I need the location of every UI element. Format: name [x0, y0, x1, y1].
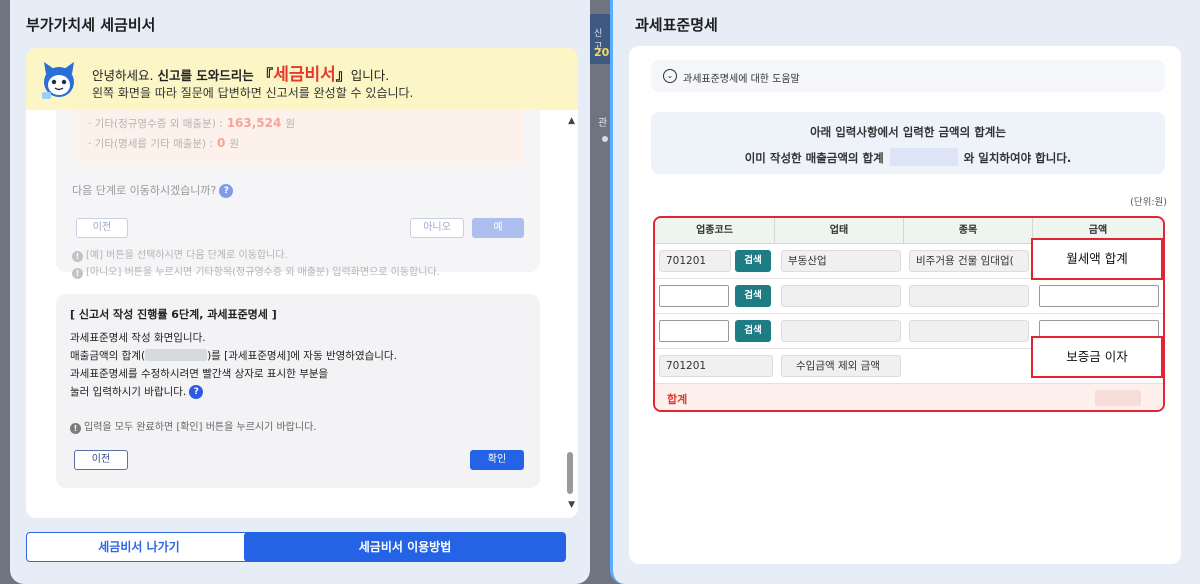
note-no: ! [아니오] 버튼을 누르시면 기타항목(정규영수증 외 매출분) 입력화면으로… — [72, 263, 440, 279]
confirm-button[interactable]: 확인 — [470, 450, 524, 470]
banner-greeting: 안녕하세요. 신고를 도와드리는 『세금비서』입니다. — [92, 65, 390, 85]
sliver-dot — [602, 136, 608, 142]
step-note: ! 입력을 모두 완료하면 [확인] 버튼을 누르시기 바랍니다. — [70, 418, 316, 434]
industry-code-input[interactable] — [659, 285, 729, 307]
business-type: 부동산업 — [781, 250, 901, 272]
current-step-bubble: [ 신고서 작성 진행률 6단계, 과세표준명세 ] 과세표준명세 작성 화면입… — [56, 294, 540, 488]
info-icon: ! — [70, 423, 81, 434]
scrollbar[interactable]: ▲ ▼ — [562, 110, 578, 518]
info-icon: ! — [72, 251, 83, 262]
previous-step-bubble: · 기타(정규영수증 외 매출분) :163,524 원 · 기타(명세를 기타 … — [56, 110, 540, 279]
masked-sales-total — [889, 148, 958, 166]
search-button[interactable]: 검색 — [735, 285, 771, 307]
chevron-down-icon[interactable]: ⌄ — [663, 69, 677, 83]
unit-label: (단위:원) — [1130, 197, 1167, 208]
exit-assistant-button[interactable]: 세금비서 나가기 — [26, 532, 252, 562]
help-icon[interactable]: ? — [219, 184, 234, 198]
industry-code-input[interactable] — [659, 320, 729, 342]
search-button[interactable]: 검색 — [735, 320, 771, 342]
search-button[interactable]: 검색 — [735, 250, 771, 272]
masked-total-amount — [1095, 390, 1141, 406]
no-button[interactable]: 아니오 — [410, 218, 464, 238]
prev-button-disabled[interactable]: 이전 — [76, 218, 128, 238]
step-title: [ 신고서 작성 진행률 6단계, 과세표준명세 ] — [70, 308, 277, 321]
panel-title: 부가가치세 세금비서 — [26, 16, 156, 34]
accordion-label: 과세표준명세에 대한 도움말 — [683, 74, 800, 85]
total-label: 합계 — [667, 393, 688, 406]
mascot-icon — [42, 62, 74, 99]
sum-notice: 아래 입력사항에서 입력한 금액의 합계는 이미 작성한 매출금액의 합계 와 일… — [651, 112, 1165, 174]
excluded-revenue-label: 수입금액 제외 금액 — [781, 355, 901, 377]
column-header: 종목 — [904, 218, 1033, 244]
total-row: 합계 — [655, 384, 1163, 410]
prev-button[interactable]: 이전 — [74, 450, 128, 470]
yes-button[interactable]: 예 — [472, 218, 524, 238]
step-line-3: 과세표준명세를 수정하시려면 빨간색 상자로 표시한 부분을 — [70, 368, 329, 380]
step-line-1: 과세표준명세 작성 화면입니다. — [70, 332, 206, 344]
sliver-text: 관 — [598, 118, 608, 129]
notice-line-2: 이미 작성한 매출금액의 합계 와 일치하여야 합니다. — [651, 148, 1165, 166]
howto-button[interactable]: 세금비서 이용방법 — [244, 532, 566, 562]
column-header: 업종코드 — [655, 218, 775, 244]
step-line-2: 매출금액의 합계()를 [과세표준명세]에 자동 반영하였습니다. — [70, 349, 397, 362]
amount-row-other: · 기타(명세를 기타 매출분) :0원 — [88, 136, 240, 150]
background-page-sliver: 신고 20 관 — [590, 0, 610, 584]
statement-content: ⌄ 과세표준명세에 대한 도움말 아래 입력사항에서 입력한 금액의 합계는 이… — [629, 46, 1181, 564]
business-item — [909, 320, 1029, 342]
industry-code: 701201 — [659, 250, 731, 272]
chat-scroll-area[interactable]: · 기타(정규영수증 외 매출분) :163,524 원 · 기타(명세를 기타 … — [26, 110, 578, 518]
sliver-text: 20 — [594, 46, 610, 59]
column-header: 업태 — [775, 218, 904, 244]
amount-summary-card: · 기타(정규영수증 외 매출분) :163,524 원 · 기타(명세를 기타 … — [74, 110, 524, 166]
panel-title: 과세표준명세 — [635, 16, 718, 34]
info-icon: ! — [72, 268, 83, 279]
scroll-up-icon[interactable]: ▲ — [568, 116, 575, 126]
scroll-down-icon[interactable]: ▼ — [568, 500, 575, 510]
business-type — [781, 285, 901, 307]
banner-instruction: 왼쪽 화면을 따라 질문에 답변하면 신고서를 완성할 수 있습니다. — [92, 86, 414, 100]
next-step-question: 다음 단계로 이동하시겠습니까?? — [72, 182, 234, 198]
table-row: 검색 — [655, 279, 1163, 314]
step-line-4: 눌러 입력하시기 바랍니다.? — [70, 384, 204, 399]
note-yes: ! [예] 버튼을 선택하시면 다음 단계로 이동합니다. — [72, 246, 288, 262]
notice-line-1: 아래 입력사항에서 입력한 금액의 합계는 — [810, 125, 1006, 139]
scroll-thumb[interactable] — [567, 452, 573, 494]
tax-assistant-panel: 부가가치세 세금비서 안녕하세요. 신고를 도와드리는 『세금비서』입니다. 왼… — [10, 0, 590, 584]
callout-monthly-rent: 월세액 합계 — [1031, 238, 1163, 280]
industry-code: 701201 — [659, 355, 773, 377]
callout-deposit-interest: 보증금 이자 — [1031, 336, 1163, 378]
business-item: 비주거용 건물 임대업( — [909, 250, 1029, 272]
help-icon[interactable]: ? — [189, 385, 204, 399]
business-type — [781, 320, 901, 342]
brand-name: 세금비서 — [273, 65, 336, 85]
amount-row-receipt: · 기타(정규영수증 외 매출분) :163,524 원 — [88, 116, 296, 130]
masked-amount — [145, 349, 208, 361]
tax-base-statement-panel: 과세표준명세 ⌄ 과세표준명세에 대한 도움말 아래 입력사항에서 입력한 금액… — [610, 0, 1200, 584]
business-item — [909, 285, 1029, 307]
help-accordion[interactable]: ⌄ 과세표준명세에 대한 도움말 — [651, 60, 1165, 92]
assistant-banner: 안녕하세요. 신고를 도와드리는 『세금비서』입니다. 왼쪽 화면을 따라 질문… — [26, 48, 578, 110]
amount-input[interactable] — [1039, 285, 1159, 307]
